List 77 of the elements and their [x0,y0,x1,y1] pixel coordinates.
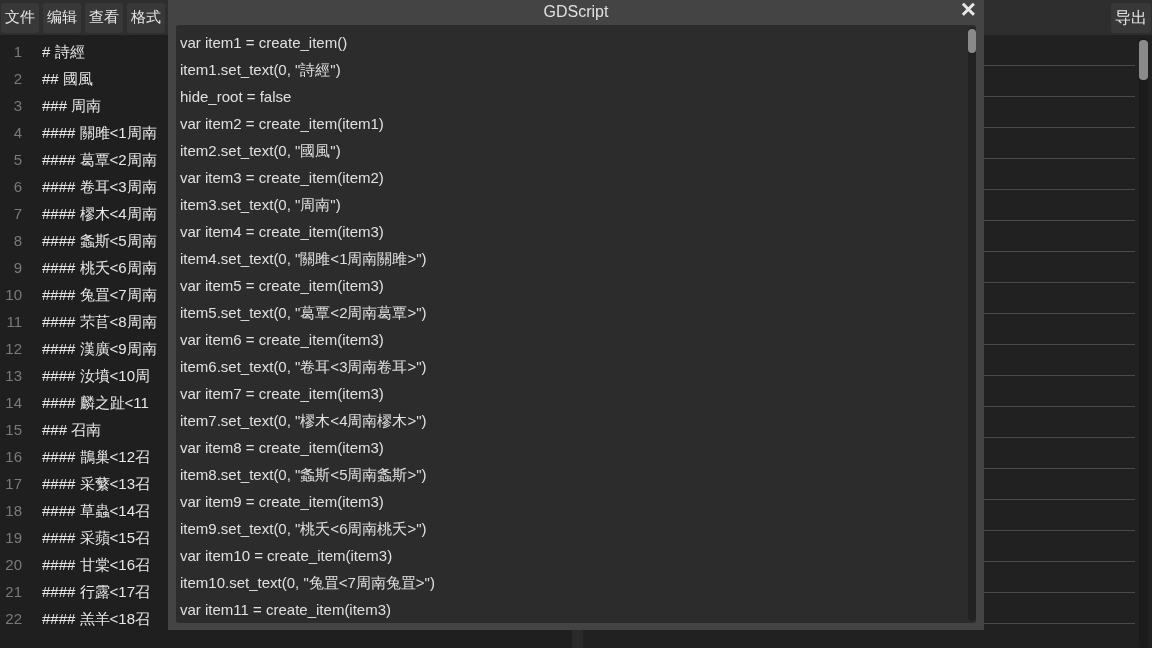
code-line: #### 甘棠<16召 [42,555,150,576]
line-number: 3 [12,96,22,117]
line-number: 10 [4,285,22,306]
code-line: # 詩經 [42,42,85,63]
code-line: #### 關雎<1周南 [42,123,157,144]
menu-button[interactable]: 格式 [127,2,165,33]
code-line: item3.set_text(0, "周南") [180,195,342,215]
line-number: 17 [4,474,22,495]
code-line: var item3 = create_item(item2) [180,168,385,188]
code-line: #### 行露<17召 [42,582,150,603]
code-line: item2.set_text(0, "國風") [180,141,342,161]
line-number: 21 [4,582,22,603]
menu-button[interactable]: 文件 [1,2,39,33]
line-number: 11 [5,312,22,333]
code-line: var item9 = create_item(item3) [180,492,385,512]
code-line: #### 桃夭<6周南 [42,258,157,279]
code-line: #### 麟之趾<11 [42,393,149,414]
line-number: 2 [12,69,22,90]
code-line: #### 汝墳<10周 [42,366,150,387]
line-number: 19 [4,528,22,549]
line-number: 22 [4,609,22,630]
code-line: var item1 = create_item() [180,33,349,53]
line-number: 12 [4,339,22,360]
line-number: 6 [12,177,22,198]
line-number: 14 [4,393,22,414]
code-line: item1.set_text(0, "詩經") [180,60,342,80]
scrollbar[interactable] [1139,38,1148,648]
scrollbar[interactable] [968,27,976,621]
code-line: #### 采蘋<15召 [42,528,150,549]
menu-button[interactable]: 查看 [85,2,123,33]
code-line: ## 國風 [42,69,93,90]
close-button[interactable]: × [960,0,976,22]
code-line: item6.set_text(0, "卷耳<3周南卷耳>") [180,357,428,377]
line-number: 7 [12,204,22,225]
code-line: #### 兔罝<7周南 [42,285,157,306]
code-line: var item6 = create_item(item3) [180,330,385,350]
line-number: 18 [4,501,22,522]
code-line: var item7 = create_item(item3) [180,384,385,404]
code-line: #### 樛木<4周南 [42,204,157,225]
line-number: 13 [4,366,22,387]
code-line: #### 羔羊<18召 [42,609,150,630]
scrollbar-thumb[interactable] [968,29,976,53]
code-line: #### 卷耳<3周南 [42,177,157,198]
code-line: var item11 = create_item(item3) [180,600,393,620]
dialog-title: GDScript [543,4,609,20]
code-line: var item4 = create_item(item3) [180,222,385,242]
code-line: #### 草蟲<14召 [42,501,150,522]
code-line: var item10 = create_item(item3) [180,546,394,566]
code-line: var item5 = create_item(item3) [180,276,385,296]
export-button[interactable]: 导出 [1111,2,1151,33]
line-number: 9 [12,258,22,279]
code-line: hide_root = false [180,87,293,107]
code-line: #### 螽斯<5周南 [42,231,157,252]
code-line: var item2 = create_item(item1) [180,114,385,134]
code-line: item4.set_text(0, "關雎<1周南關雎>") [180,249,428,269]
code-line: #### 葛覃<2周南 [42,150,157,171]
line-number: 8 [12,231,22,252]
code-line: #### 鵲巢<12召 [42,447,150,468]
code-line: item10.set_text(0, "兔罝<7周南兔罝>") [180,573,436,593]
code-line: ### 召南 [42,420,102,441]
code-line: ### 周南 [42,96,102,117]
line-number: 4 [12,123,22,144]
code-line: item8.set_text(0, "螽斯<5周南螽斯>") [180,465,428,485]
code-line: var item8 = create_item(item3) [180,438,385,458]
menu-button[interactable]: 编辑 [43,2,81,33]
code-line: item9.set_text(0, "桃夭<6周南桃夭>") [180,519,428,539]
code-line: #### 采蘩<13召 [42,474,150,495]
code-line: item5.set_text(0, "葛覃<2周南葛覃>") [180,303,428,323]
code-line: #### 漢廣<9周南 [42,339,157,360]
code-line: item7.set_text(0, "樛木<4周南樛木>") [180,411,428,431]
line-number: 5 [12,150,22,171]
line-number: 15 [4,420,22,441]
code-line: #### 芣苢<8周南 [42,312,157,333]
line-number: 16 [4,447,22,468]
scrollbar-thumb[interactable] [1139,40,1148,80]
line-number: 1 [12,42,22,63]
line-number: 20 [4,555,22,576]
